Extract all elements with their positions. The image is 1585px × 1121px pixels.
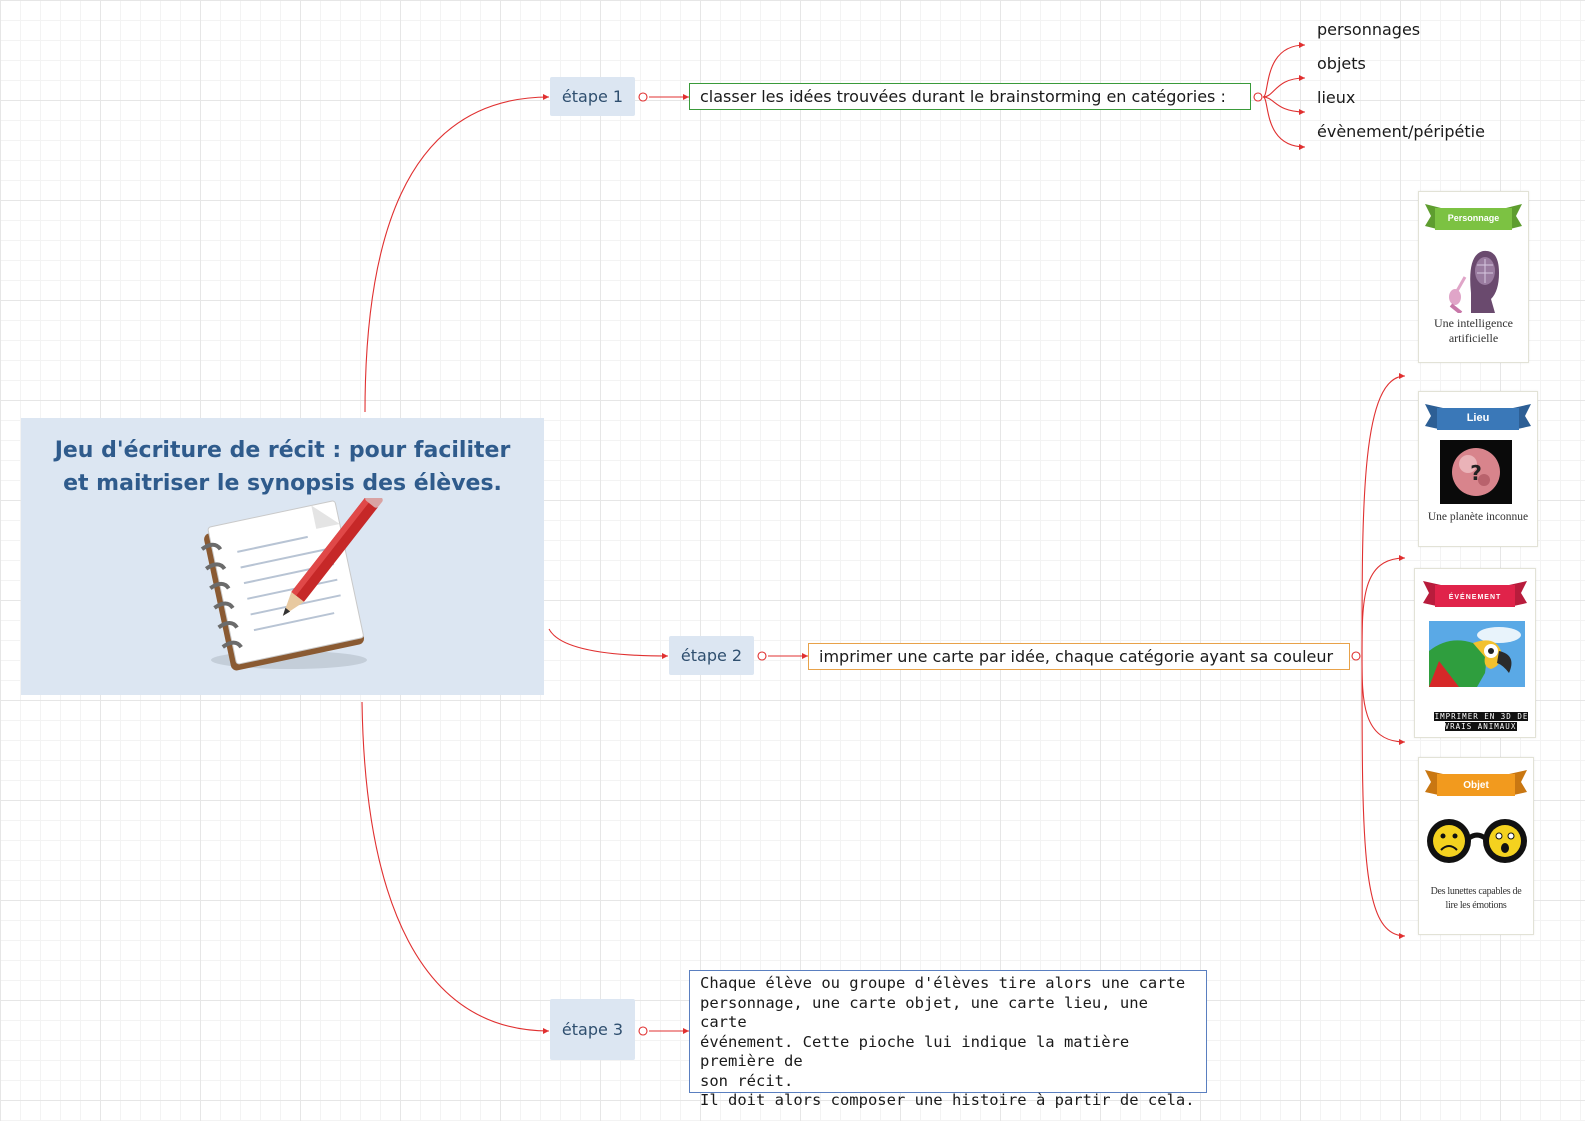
collapse-handle-step1 bbox=[638, 92, 648, 102]
card-personnage[interactable]: Personnage Une intelligence artificielle bbox=[1418, 191, 1529, 363]
card-lieu[interactable]: Lieu ? Une planète inconnue bbox=[1418, 391, 1538, 547]
link-box2-card3 bbox=[1361, 557, 1406, 657]
link-central-step2 bbox=[548, 628, 669, 657]
notepad-pencil-icon bbox=[200, 498, 383, 671]
central-topic[interactable]: Jeu d'écriture de récit : pour faciliter… bbox=[21, 418, 544, 695]
robot-face-icon bbox=[1449, 250, 1499, 313]
step-1-node[interactable]: étape 1 bbox=[550, 77, 635, 116]
card-banner-label: Objet bbox=[1463, 780, 1489, 791]
category-personnages[interactable]: personnages bbox=[1317, 20, 1420, 39]
card-caption: Des lunettes capables de lire les émotio… bbox=[1430, 886, 1522, 911]
link-box1-evenement bbox=[1262, 96, 1306, 148]
collapse-handle-step2 bbox=[757, 651, 767, 661]
card-banner-label: ÉVÉNEMENT bbox=[1448, 594, 1502, 601]
parrot-icon bbox=[1429, 621, 1525, 687]
card-caption: Une intelligence artificielle bbox=[1434, 316, 1513, 345]
planet-question-icon: ? bbox=[1440, 440, 1512, 504]
link-box2-card5 bbox=[1361, 655, 1406, 937]
card-evenement[interactable]: ÉVÉNEMENT IMPRIMER EN 3D DE VRAIS ANIMAU… bbox=[1414, 568, 1536, 738]
step-2-description[interactable]: imprimer une carte par idée, chaque caté… bbox=[808, 643, 1350, 670]
card-caption: IMPRIMER EN 3D DE VRAIS ANIMAUX bbox=[1433, 712, 1529, 731]
svg-text:?: ? bbox=[1470, 461, 1482, 485]
category-lieux[interactable]: lieux bbox=[1317, 88, 1355, 107]
card-objet[interactable]: Objet Des lunettes capables de lire les … bbox=[1418, 757, 1534, 935]
link-box1-objets bbox=[1262, 77, 1306, 98]
step-3-node[interactable]: étape 3 bbox=[550, 999, 635, 1060]
card-caption: Une planète inconnue bbox=[1427, 511, 1529, 523]
link-box2-card2 bbox=[1361, 375, 1406, 657]
link-box1-personnages bbox=[1262, 44, 1306, 98]
category-evenement[interactable]: évènement/péripétie bbox=[1317, 122, 1485, 141]
card-banner-label: Lieu bbox=[1466, 412, 1490, 424]
collapse-handle-box2 bbox=[1351, 651, 1361, 661]
link-central-step3 bbox=[361, 701, 550, 1032]
emotion-glasses-icon bbox=[1427, 819, 1527, 863]
category-objets[interactable]: objets bbox=[1317, 54, 1366, 73]
card-banner-label: Personnage bbox=[1447, 213, 1500, 223]
collapse-handle-step3 bbox=[638, 1026, 648, 1036]
link-central-step1 bbox=[364, 96, 550, 413]
step-1-description[interactable]: classer les idées trouvées durant le bra… bbox=[689, 83, 1251, 110]
central-topic-title: Jeu d'écriture de récit : pour faciliter… bbox=[54, 438, 511, 496]
step-3-description[interactable]: Chaque élève ou groupe d'élèves tire alo… bbox=[689, 970, 1207, 1109]
link-box2-card4 bbox=[1361, 655, 1406, 743]
link-box1-lieux bbox=[1262, 96, 1306, 113]
step-2-node[interactable]: étape 2 bbox=[669, 636, 754, 675]
collapse-handle-box1 bbox=[1253, 92, 1263, 102]
